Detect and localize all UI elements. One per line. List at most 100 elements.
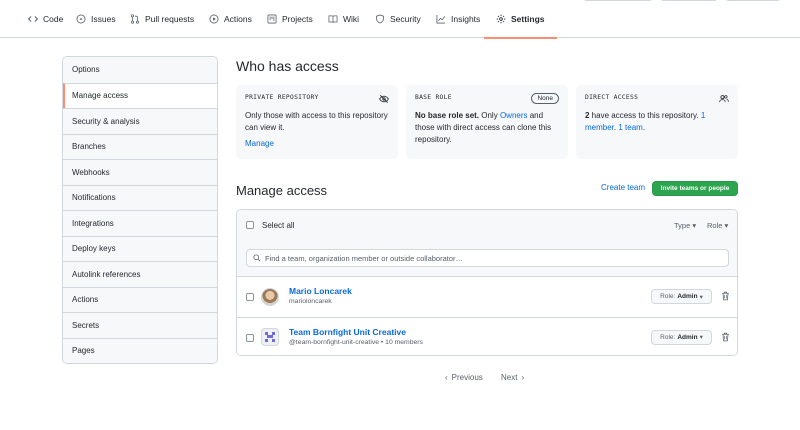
sidebar-item-branches[interactable]: Branches: [63, 133, 217, 159]
tab-pull-requests[interactable]: Pull requests: [126, 0, 198, 38]
base-role-badge: None: [531, 93, 559, 104]
role-prefix: Role:: [660, 293, 676, 300]
card-text: Only those with access to this repositor…: [245, 111, 388, 132]
avatar: [261, 288, 279, 306]
team-logo-icon: [265, 331, 275, 342]
sidebar-item-security-analysis[interactable]: Security & analysis: [63, 108, 217, 134]
tab-label: Projects: [282, 14, 313, 24]
previous-label: Previous: [451, 373, 483, 382]
card-label: DIRECT ACCESS: [585, 94, 639, 101]
role-value: Admin: [677, 333, 698, 341]
select-all-checkbox[interactable]: [246, 221, 254, 229]
type-filter-label: Type: [674, 221, 691, 230]
eye-closed-icon: [379, 94, 389, 104]
role-value: Admin: [677, 293, 698, 300]
select-all-label[interactable]: Select all: [262, 221, 294, 230]
settings-sidebar: Options Manage access Security & analysi…: [62, 56, 218, 364]
sidebar-item-deploy-keys[interactable]: Deploy keys: [63, 235, 217, 261]
card-text: No base role set. Only Owners and those …: [415, 110, 559, 146]
sidebar-item-notifications[interactable]: Notifications: [63, 184, 217, 210]
sidebar-item-actions[interactable]: Actions: [63, 286, 217, 312]
member-name-link[interactable]: Mario Loncarek: [289, 286, 352, 296]
base-role-bold: No base role set.: [415, 111, 480, 120]
chevron-down-icon: ▾: [692, 221, 697, 230]
header-button-stub[interactable]: [725, 0, 781, 1]
invite-button[interactable]: Invite teams or people: [652, 181, 738, 196]
row-checkbox[interactable]: [246, 333, 254, 342]
manage-link[interactable]: Manage: [245, 139, 274, 148]
row-checkbox[interactable]: [246, 293, 254, 301]
tab-label: Security: [390, 14, 421, 24]
who-has-access-heading: Who has access: [236, 58, 339, 74]
sidebar-item-pages[interactable]: Pages: [63, 337, 217, 363]
role-prefix: Role:: [660, 333, 676, 341]
trash-icon[interactable]: [721, 291, 730, 301]
teams-link[interactable]: 1 team: [618, 123, 642, 132]
sidebar-item-integrations[interactable]: Integrations: [63, 210, 217, 236]
chevron-left-icon: ‹: [445, 373, 448, 382]
member-username: marioloncarek: [289, 298, 332, 305]
tab-issues[interactable]: Issues: [72, 0, 120, 38]
chevron-down-icon: ▾: [699, 334, 703, 341]
owners-link[interactable]: Owners: [500, 111, 528, 120]
chevron-down-icon: ▾: [724, 221, 729, 230]
role-dropdown[interactable]: Role: Admin ▾: [651, 329, 712, 345]
header-button-stub[interactable]: [583, 0, 653, 1]
private-repository-card: PRIVATE REPOSITORY Only those with acces…: [236, 85, 398, 159]
previous-page-button[interactable]: ‹ Previous: [445, 373, 483, 382]
search-icon: [253, 254, 261, 262]
code-icon: [28, 16, 38, 22]
graph-icon: [436, 14, 446, 24]
manage-access-heading: Manage access: [236, 183, 328, 198]
text-segment: .: [642, 123, 646, 132]
access-list-header: Select all Type ▾ Role ▾: [237, 210, 737, 277]
role-filter[interactable]: Role ▾: [707, 221, 728, 230]
tab-code[interactable]: Code: [24, 0, 67, 38]
sidebar-item-manage-access[interactable]: Manage access: [63, 82, 217, 108]
tab-projects[interactable]: Projects: [263, 0, 317, 38]
gear-icon: [496, 14, 506, 24]
tab-security[interactable]: Security: [371, 0, 425, 38]
create-team-link[interactable]: Create team: [601, 183, 645, 192]
role-dropdown[interactable]: Role: Admin ▾: [651, 289, 712, 304]
header-button-stub[interactable]: [660, 0, 718, 1]
chevron-right-icon: ›: [521, 373, 525, 382]
sidebar-item-webhooks[interactable]: Webhooks: [63, 159, 217, 185]
people-icon: [719, 95, 729, 103]
tab-label: Insights: [451, 14, 481, 24]
text-segment: have access to this repository.: [589, 111, 701, 120]
team-avatar: [261, 327, 279, 346]
access-list: Select all Type ▾ Role ▾ Mario Loncarek …: [236, 209, 738, 356]
tab-label: Pull requests: [145, 14, 195, 24]
next-page-button[interactable]: Next ›: [501, 373, 524, 382]
tab-wiki[interactable]: Wiki: [324, 0, 363, 38]
project-icon: [267, 14, 277, 24]
text-segment: Only: [479, 111, 500, 120]
tab-settings[interactable]: Settings: [484, 0, 557, 39]
book-icon: [328, 15, 338, 23]
type-filter[interactable]: Type ▾: [674, 221, 696, 230]
access-row: Mario Loncarek marioloncarek Role: Admin…: [237, 277, 737, 317]
play-icon: [209, 14, 219, 24]
access-row: Team Bornfight Unit Creative @team-bornf…: [237, 316, 737, 355]
tab-actions[interactable]: Actions: [205, 0, 256, 38]
tab-label: Code: [43, 14, 64, 24]
sidebar-item-autolink-references[interactable]: Autolink references: [63, 261, 217, 287]
card-text: 2 have access to this repository. 1 memb…: [585, 110, 729, 134]
trash-icon[interactable]: [721, 332, 730, 342]
role-filter-label: Role: [707, 221, 723, 230]
search-input[interactable]: [265, 253, 715, 263]
team-name-link[interactable]: Team Bornfight Unit Creative: [289, 327, 406, 337]
sidebar-item-options[interactable]: Options: [63, 57, 217, 83]
tab-label: Settings: [511, 14, 545, 24]
team-slug: @team-bornfight-unit-creative • 10 membe…: [289, 338, 423, 346]
base-role-card: BASE ROLE None No base role set. Only Ow…: [406, 85, 568, 159]
next-label: Next: [501, 373, 518, 382]
tab-label: Actions: [224, 14, 252, 24]
pull-request-icon: [130, 14, 140, 24]
tab-label: Issues: [91, 14, 116, 24]
direct-access-card: DIRECT ACCESS 2 have access to this repo…: [576, 85, 738, 159]
repo-nav: Code Issues Pull requests Actions Projec…: [0, 0, 800, 39]
tab-insights[interactable]: Insights: [432, 0, 484, 38]
sidebar-item-secrets[interactable]: Secrets: [63, 312, 217, 338]
